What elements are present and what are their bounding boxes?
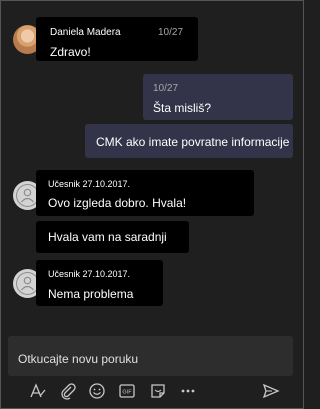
- message-text: CMK ako imate povratne informacije: [96, 135, 290, 149]
- compose-box[interactable]: Otkucajte novu poruku: [8, 336, 293, 376]
- sender-name: Daniela Madera: [50, 27, 121, 38]
- message-time: 10/27: [158, 27, 184, 38]
- message-bubble-outgoing: 10/27 Šta misliš?: [143, 74, 293, 120]
- send-icon[interactable]: [261, 381, 281, 401]
- sticker-icon[interactable]: [148, 381, 168, 401]
- compose-placeholder[interactable]: Otkucajte novu poruku: [18, 352, 138, 366]
- message-time: 10/27: [153, 83, 179, 94]
- more-icon[interactable]: [178, 381, 198, 401]
- attach-icon[interactable]: [58, 381, 78, 401]
- message-bubble-outgoing: CMK ako imate povratne informacije: [85, 124, 293, 158]
- message-bubble-incoming: Učesnik 27.10.2017. Nema problema: [36, 260, 163, 306]
- message-text: Hvala vam na saradnji: [48, 230, 167, 244]
- sender-name: Učesnik 27.10.2017.: [48, 179, 131, 189]
- message-text: Zdravo!: [50, 45, 91, 59]
- message-bubble-incoming: Hvala vam na saradnji: [36, 221, 189, 253]
- sender-name: Učesnik 27.10.2017.: [48, 269, 131, 279]
- message-bubble-incoming: Učesnik 27.10.2017. Ovo izgleda dobro. H…: [36, 170, 254, 216]
- message-bubble-incoming: Daniela Madera 10/27 Zdravo!: [36, 17, 198, 61]
- emoji-icon[interactable]: [87, 381, 107, 401]
- chat-window: Daniela Madera 10/27 Zdravo! 10/27 Šta m…: [0, 0, 304, 409]
- gif-label: GIF: [122, 390, 132, 396]
- compose-toolbar: GIF: [1, 381, 305, 403]
- gif-icon[interactable]: GIF: [117, 381, 137, 401]
- message-text: Ovo izgleda dobro. Hvala!: [48, 196, 187, 210]
- message-text: Šta misliš?: [153, 101, 212, 115]
- format-icon[interactable]: [28, 381, 48, 401]
- message-text: Nema problema: [48, 287, 134, 301]
